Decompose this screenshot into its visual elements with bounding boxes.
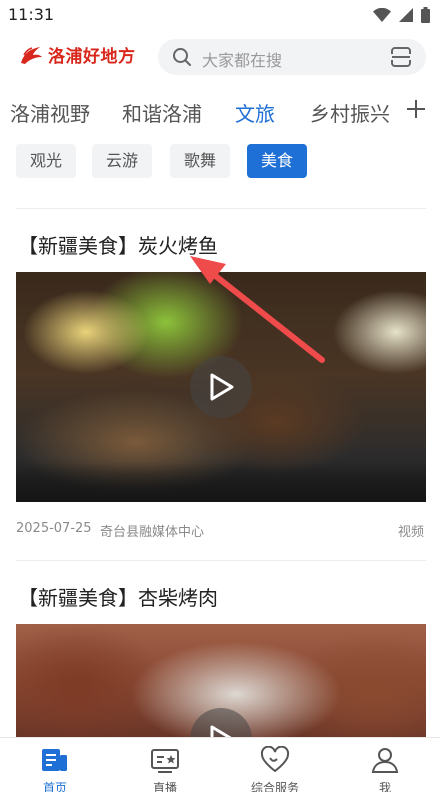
- app-header: 洛浦好地方 大家都在搜: [0, 30, 440, 86]
- chip-cloud-tour[interactable]: 云游: [92, 144, 152, 178]
- play-icon: [210, 373, 234, 401]
- article-meta: 2025-07-25 奇台县融媒体中心 视频: [16, 521, 426, 541]
- search-icon: [173, 48, 191, 66]
- article-source: 奇台县融媒体中心: [100, 525, 205, 540]
- article-title[interactable]: 【新疆美食】炭火烤鱼: [18, 230, 218, 259]
- nav-me[interactable]: 我: [330, 738, 440, 792]
- wifi-icon: [373, 8, 391, 22]
- tab-culture-tourism[interactable]: 文旅: [235, 98, 275, 127]
- video-thumbnail[interactable]: [16, 624, 426, 737]
- bottom-navigation: 首页 直播 综合服务 我: [0, 737, 440, 792]
- nav-label: 直播: [152, 781, 177, 792]
- divider: [16, 560, 426, 561]
- article-title[interactable]: 【新疆美食】杏柴烤肉: [18, 582, 218, 611]
- search-input[interactable]: 大家都在搜: [158, 39, 426, 75]
- nav-label: 首页: [42, 781, 67, 792]
- play-button[interactable]: [190, 356, 252, 418]
- tab-luopu-view[interactable]: 洛浦视野: [10, 98, 90, 127]
- scan-icon[interactable]: [390, 46, 412, 68]
- add-channel-icon[interactable]: [406, 98, 426, 120]
- chip-food[interactable]: 美食: [247, 144, 307, 178]
- live-tv-icon: [151, 749, 179, 773]
- article-type: 视频: [397, 525, 424, 540]
- nav-label: 我: [378, 781, 391, 792]
- nav-home[interactable]: 首页: [0, 738, 110, 792]
- status-icons: [373, 6, 430, 24]
- chip-sightseeing[interactable]: 观光: [16, 144, 76, 178]
- search-placeholder: 大家都在搜: [202, 51, 283, 70]
- logo-text: 洛浦好地方: [48, 47, 136, 67]
- play-icon: [210, 725, 232, 737]
- article-date: 2025-07-25: [16, 521, 92, 536]
- tab-harmony-luopu[interactable]: 和谐洛浦: [122, 98, 202, 127]
- home-news-icon: [42, 749, 67, 771]
- divider: [16, 208, 426, 209]
- nav-services[interactable]: 综合服务: [220, 738, 330, 792]
- heart-service-icon: [260, 746, 290, 773]
- app-logo: 洛浦好地方: [18, 42, 136, 67]
- video-thumbnail[interactable]: [16, 272, 426, 502]
- nav-label: 综合服务: [250, 781, 299, 792]
- play-button[interactable]: [190, 708, 252, 737]
- status-time: 11:31: [8, 5, 55, 24]
- user-icon: [371, 748, 399, 773]
- signal-icon: [399, 8, 413, 22]
- chip-song-dance[interactable]: 歌舞: [170, 144, 230, 178]
- channel-tabs: 洛浦视野 和谐洛浦 文旅 乡村振兴: [0, 92, 440, 132]
- battery-icon: [421, 7, 430, 23]
- dragon-logo-icon: [21, 46, 42, 64]
- tab-rural-revitalization[interactable]: 乡村振兴: [310, 98, 390, 127]
- status-bar: 11:31: [0, 0, 440, 30]
- sub-category-tabs: 观光 云游 歌舞 美食: [0, 144, 440, 180]
- thumbnail-shade: [16, 462, 426, 502]
- nav-live[interactable]: 直播: [110, 738, 220, 792]
